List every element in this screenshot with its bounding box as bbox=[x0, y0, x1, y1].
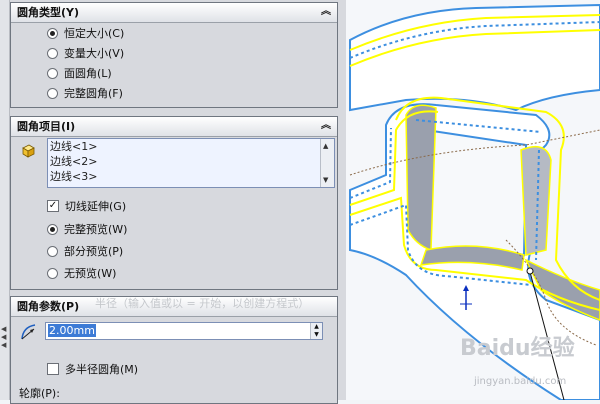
list-item[interactable]: 边线<1> bbox=[48, 139, 334, 154]
radio-partial-preview[interactable]: 部分预览(P) bbox=[47, 243, 123, 261]
radio-icon[interactable] bbox=[47, 223, 58, 235]
tangent-propagation-checkbox[interactable]: ✓ 切线延伸(G) bbox=[47, 198, 126, 216]
radio-full-round[interactable]: 完整圆角(F) bbox=[47, 85, 123, 103]
radio-icon[interactable] bbox=[47, 27, 58, 39]
collapse-icon[interactable]: ︽ bbox=[321, 5, 331, 19]
panel-toggle-arrows-icon[interactable]: ◀ ◀ ◀ bbox=[1, 325, 6, 349]
checkbox-icon[interactable] bbox=[47, 363, 59, 375]
fillet-items-group: 圆角项目(I) ︽ 边线<1> 边线<2> 边线<3> ▲ ▼ ✓ 切线延伸(G)… bbox=[10, 116, 338, 290]
collapse-icon[interactable]: ︽ bbox=[321, 119, 331, 133]
fillet-items-title: 圆角项目(I) bbox=[17, 120, 76, 133]
list-item[interactable]: 边线<2> bbox=[48, 154, 334, 169]
radio-icon[interactable] bbox=[47, 67, 58, 79]
list-scrollbar[interactable]: ▲ ▼ bbox=[320, 139, 334, 187]
fillet-items-header[interactable]: 圆角项目(I) ︽ bbox=[11, 117, 337, 137]
radius-input[interactable]: 2.00mm ▲ ▼ bbox=[45, 322, 323, 340]
property-manager: 圆角类型(Y) ︽ 恒定大小(C) 变量大小(V) 面圆角(L) 完整圆角(F)… bbox=[0, 0, 347, 404]
fillet-params-group: 圆角参数(P) 2.00mm ▲ ▼ 多半径圆角(M) 轮廓(P): bbox=[10, 296, 338, 404]
radio-full-preview[interactable]: 完整预览(W) bbox=[47, 221, 127, 239]
checkbox-checked-icon[interactable]: ✓ bbox=[47, 200, 59, 212]
radio-icon[interactable] bbox=[47, 87, 58, 99]
multi-radius-checkbox[interactable]: 多半径圆角(M) bbox=[47, 361, 138, 379]
list-item[interactable]: 边线<3> bbox=[48, 169, 334, 184]
scroll-up-icon[interactable]: ▲ bbox=[323, 142, 328, 150]
edge-selection-icon bbox=[22, 144, 35, 158]
radius-spinner[interactable]: ▲ ▼ bbox=[310, 323, 322, 339]
radio-icon[interactable] bbox=[47, 245, 58, 257]
radio-face-fillet[interactable]: 面圆角(L) bbox=[47, 65, 112, 83]
radio-no-preview[interactable]: 无预览(W) bbox=[47, 265, 116, 283]
radio-variable-size[interactable]: 变量大小(V) bbox=[47, 45, 124, 63]
scroll-down-icon[interactable]: ▼ bbox=[323, 176, 328, 184]
watermark-brand: Baidu经验 bbox=[460, 336, 575, 361]
fillet-type-title: 圆角类型(Y) bbox=[17, 6, 80, 19]
radius-icon bbox=[21, 324, 36, 340]
fillet-type-header[interactable]: 圆角类型(Y) ︽ bbox=[11, 3, 337, 23]
radio-icon[interactable] bbox=[47, 47, 58, 59]
radio-constant-size[interactable]: 恒定大小(C) bbox=[47, 25, 124, 43]
edge-list[interactable]: 边线<1> 边线<2> 边线<3> ▲ ▼ bbox=[47, 138, 335, 188]
profile-label: 轮廓(P): bbox=[19, 387, 60, 400]
radius-tooltip: 半径（输入值或以 = 开始，以创建方程式） bbox=[95, 297, 310, 310]
watermark-url: jingyan.baidu.com bbox=[474, 376, 567, 387]
fillet-params-title: 圆角参数(P) bbox=[17, 300, 80, 313]
fillet-type-group: 圆角类型(Y) ︽ 恒定大小(C) 变量大小(V) 面圆角(L) 完整圆角(F) bbox=[10, 2, 338, 108]
radio-icon[interactable] bbox=[47, 267, 58, 279]
